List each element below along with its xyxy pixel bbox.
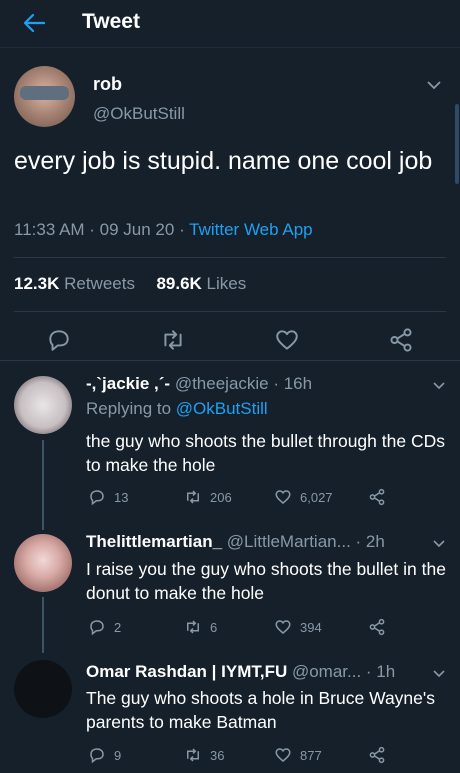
tweet-actions (0, 320, 460, 356)
reply-actions: 9 36 877 (86, 746, 386, 768)
chevron-down-icon[interactable] (432, 669, 446, 678)
page-title: Tweet (82, 10, 140, 33)
sunglasses-image (20, 86, 69, 100)
reply-text: I raise you the guy who shoots the bulle… (86, 559, 446, 603)
chevron-down-icon[interactable] (432, 539, 446, 548)
reply-button[interactable]: 13 (88, 488, 128, 506)
tweet-stats: 12.3K Retweets 89.6K Likes (14, 274, 246, 294)
reply-button[interactable]: 9 (88, 746, 121, 764)
reply-header[interactable]: -,`jackie ,´- @theejackie · 16h (86, 374, 312, 394)
reply-header[interactable]: Omar Rashdan | IYMT,FU @omar... · 1h (86, 662, 395, 682)
divider (14, 257, 446, 258)
retweet-button[interactable]: 206 (184, 488, 232, 506)
author-name[interactable]: rob (93, 74, 122, 95)
tweet-timestamp: 11:33 AM · 09 Jun 20 · (14, 220, 190, 239)
reply-avatar[interactable] (14, 660, 72, 718)
reply-actions: 13 206 6,027 (86, 488, 386, 510)
share-icon (369, 488, 385, 506)
replying-to: Replying to @OkButStill (86, 399, 268, 418)
chevron-down-icon[interactable] (432, 381, 446, 390)
tweet-meta: 11:33 AM · 09 Jun 20 · Twitter Web App (14, 220, 313, 240)
retweet-icon (187, 748, 199, 762)
share-icon[interactable] (388, 327, 414, 353)
retweet-icon (187, 490, 199, 504)
thread-line (42, 597, 44, 653)
share-button[interactable] (368, 488, 386, 506)
like-icon (275, 620, 291, 634)
share-icon (369, 746, 385, 764)
reply-actions: 2 6 394 (86, 618, 386, 640)
reply-icon (90, 490, 104, 506)
reply-header[interactable]: Thelittlemartian_ @LittleMartian... · 2h (86, 532, 385, 552)
author-avatar[interactable] (14, 66, 75, 127)
divider (14, 311, 446, 312)
top-bar: Tweet (0, 0, 460, 48)
retweet-icon[interactable] (160, 327, 186, 353)
reply-avatar[interactable] (14, 534, 72, 592)
author-handle[interactable]: @OkButStill (93, 104, 185, 124)
share-button[interactable] (368, 618, 386, 636)
tweet-text: every job is stupid. name one cool job (14, 147, 433, 175)
like-icon (275, 748, 291, 762)
like-icon (275, 490, 291, 504)
thread-line (42, 440, 44, 530)
reply-avatar[interactable] (14, 376, 72, 434)
retweets-stat[interactable]: 12.3K Retweets (14, 274, 135, 293)
reply-icon (90, 748, 104, 764)
retweet-icon (187, 620, 199, 634)
share-button[interactable] (368, 746, 386, 764)
retweet-button[interactable]: 6 (184, 618, 217, 636)
like-icon[interactable] (274, 327, 300, 353)
reply-text: the guy who shoots the bullet through th… (86, 431, 445, 475)
retweet-button[interactable]: 36 (184, 746, 224, 764)
back-arrow-icon[interactable] (20, 9, 48, 37)
like-button[interactable]: 6,027 (274, 488, 333, 506)
reply-icon[interactable] (46, 327, 72, 353)
chevron-down-icon[interactable] (426, 80, 442, 90)
like-button[interactable]: 394 (274, 618, 322, 636)
reply-text: The guy who shoots a hole in Bruce Wayne… (86, 688, 435, 732)
tweet-source-link[interactable]: Twitter Web App (189, 220, 312, 239)
like-button[interactable]: 877 (274, 746, 322, 764)
divider (0, 360, 460, 361)
reply-button[interactable]: 2 (88, 618, 121, 636)
share-icon (369, 618, 385, 636)
reply-icon (90, 620, 104, 636)
scrollbar[interactable] (455, 104, 459, 184)
likes-stat[interactable]: 89.6K Likes (156, 274, 246, 293)
